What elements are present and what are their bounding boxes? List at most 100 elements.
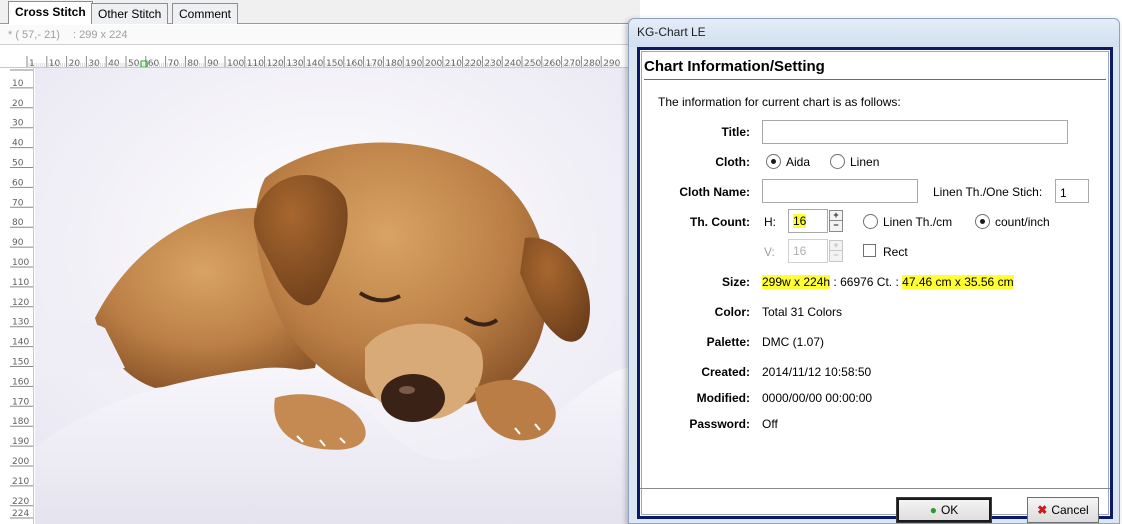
puppy-image: [35, 68, 628, 524]
ok-check-icon: ●: [929, 503, 937, 517]
button-bar-divider: [640, 488, 1110, 489]
ruler-label: 60: [12, 178, 24, 188]
palette-value: DMC (1.07): [762, 335, 825, 349]
ruler-label: 120: [12, 298, 29, 308]
h-count-input[interactable]: 16: [788, 209, 828, 233]
dialog-heading: Chart Information/Setting: [644, 58, 825, 75]
ruler-label: 100: [227, 59, 244, 68]
ruler-label: 160: [346, 59, 363, 68]
ruler-label: 190: [405, 59, 422, 68]
size-readout: 299w x 224h : 66976 Ct. : 47.46 cm x 35.…: [762, 275, 1014, 289]
ruler-label: 50: [12, 159, 24, 169]
v-count-value: 16: [793, 244, 807, 258]
cursor-position: * ( 57,- 21): [8, 29, 60, 41]
ruler-label: 210: [12, 477, 29, 487]
dialog-content-frame: Chart Information/Setting The informatio…: [637, 47, 1113, 523]
password-value: Off: [762, 417, 778, 431]
size-count: 66976 Ct.: [840, 275, 893, 289]
unit-linen-cm-radio[interactable]: [863, 214, 878, 229]
ruler-label: 270: [564, 59, 581, 68]
tab-other-stitch[interactable]: Other Stitch: [91, 3, 169, 24]
ruler-label: 130: [286, 59, 303, 68]
cancel-x-icon: ✖: [1037, 503, 1048, 517]
created-label: Created:: [701, 365, 750, 379]
chart-size-readout: : 299 x 224: [73, 29, 128, 41]
cloth-name-label: Cloth Name:: [679, 185, 750, 199]
ruler-label: 180: [385, 59, 402, 68]
chart-info-dialog: KG-Chart LE Chart Information/Setting Th…: [628, 18, 1120, 524]
heading-divider: [644, 79, 1106, 80]
v-count-input: 16: [788, 239, 828, 263]
ruler-label: 20: [12, 99, 24, 109]
rect-checkbox[interactable]: [863, 244, 876, 257]
ruler-label: 220: [12, 497, 29, 507]
ruler-label: 1: [12, 68, 18, 71]
cloth-aida-radio[interactable]: [766, 154, 781, 169]
cancel-button[interactable]: ✖ Cancel: [1027, 497, 1099, 523]
cancel-button-label: Cancel: [1051, 503, 1089, 517]
ruler-label: 260: [544, 59, 561, 68]
linen-threads-input[interactable]: [1055, 179, 1089, 203]
ruler-label: 80: [12, 218, 24, 228]
ruler-label: 170: [12, 397, 29, 407]
ruler-label: 210: [445, 59, 462, 68]
modified-value: 0000/00/00 00:00:00: [762, 391, 873, 405]
cloth-label: Cloth:: [715, 155, 750, 169]
ruler-label: 190: [12, 437, 29, 447]
color-label: Color:: [714, 305, 750, 319]
vertical-ruler: 1102030405060708090100110120130140150160…: [0, 68, 34, 524]
cloth-linen-label: Linen: [850, 155, 880, 169]
ruler-label: 10: [12, 79, 24, 89]
horizontal-ruler: 1 10 20 30 40 50 60 70 80 90 100 110 120 130 140 150 160…: [0, 46, 628, 68]
size-separator: :: [895, 275, 899, 289]
dialog-window-title: KG-Chart LE: [637, 25, 706, 39]
h-label: H:: [764, 215, 776, 229]
spin-down-icon: −: [833, 250, 839, 260]
rect-label: Rect: [883, 245, 908, 259]
coordinate-status-bar: * ( 57,- 21) : 299 x 224: [0, 25, 640, 45]
cloth-linen-radio[interactable]: [830, 154, 845, 169]
chart-canvas[interactable]: [35, 68, 628, 524]
ruler-label: 280: [583, 59, 600, 68]
ruler-label: 290: [603, 59, 620, 68]
password-label: Password:: [689, 417, 750, 431]
thread-count-label: Th. Count:: [690, 215, 750, 229]
ruler-label: 1: [29, 59, 35, 68]
ruler-label: 150: [12, 358, 29, 368]
h-count-spinner[interactable]: + −: [829, 210, 843, 232]
unit-linen-cm-label: Linen Th./cm: [883, 215, 953, 229]
tab-comment[interactable]: Comment: [172, 3, 239, 24]
size-stitches: 299w x 224h: [762, 275, 831, 289]
ruler-label: 140: [12, 338, 29, 348]
v-count-spinner: + −: [829, 240, 843, 262]
unit-count-inch-label: count/inch: [995, 215, 1050, 229]
ok-button[interactable]: ● OK: [896, 497, 992, 523]
modified-label: Modified:: [696, 391, 750, 405]
ruler-label: 160: [12, 377, 29, 387]
unit-count-inch-radio[interactable]: [975, 214, 990, 229]
size-separator: :: [833, 275, 837, 289]
created-value: 2014/11/12 10:58:50: [762, 365, 872, 379]
ruler-label: 30: [12, 119, 24, 129]
ok-button-label: OK: [940, 503, 959, 517]
ruler-label: 240: [504, 59, 521, 68]
ruler-label: 170: [366, 59, 383, 68]
ruler-label: 140: [306, 59, 323, 68]
v-label: V:: [764, 245, 775, 259]
ruler-label: 120: [267, 59, 284, 68]
size-label: Size:: [721, 275, 750, 289]
ruler-label: 40: [12, 139, 24, 149]
ruler-label: 224: [12, 509, 29, 519]
spin-down-icon[interactable]: −: [830, 221, 842, 231]
tab-cross-stitch[interactable]: Cross Stitch: [8, 1, 93, 24]
cloth-aida-label: Aida: [786, 155, 811, 169]
size-dimensions: 47.46 cm x 35.56 cm: [902, 275, 1014, 289]
cloth-name-input[interactable]: [762, 179, 918, 203]
ruler-label: 110: [247, 59, 264, 68]
ruler-label: 90: [12, 238, 24, 248]
title-label: Title:: [721, 125, 750, 139]
dialog-titlebar[interactable]: KG-Chart LE: [629, 19, 1119, 47]
ruler-label: 110: [12, 278, 29, 288]
ruler-label: 70: [12, 198, 24, 208]
title-input[interactable]: [762, 120, 1068, 144]
